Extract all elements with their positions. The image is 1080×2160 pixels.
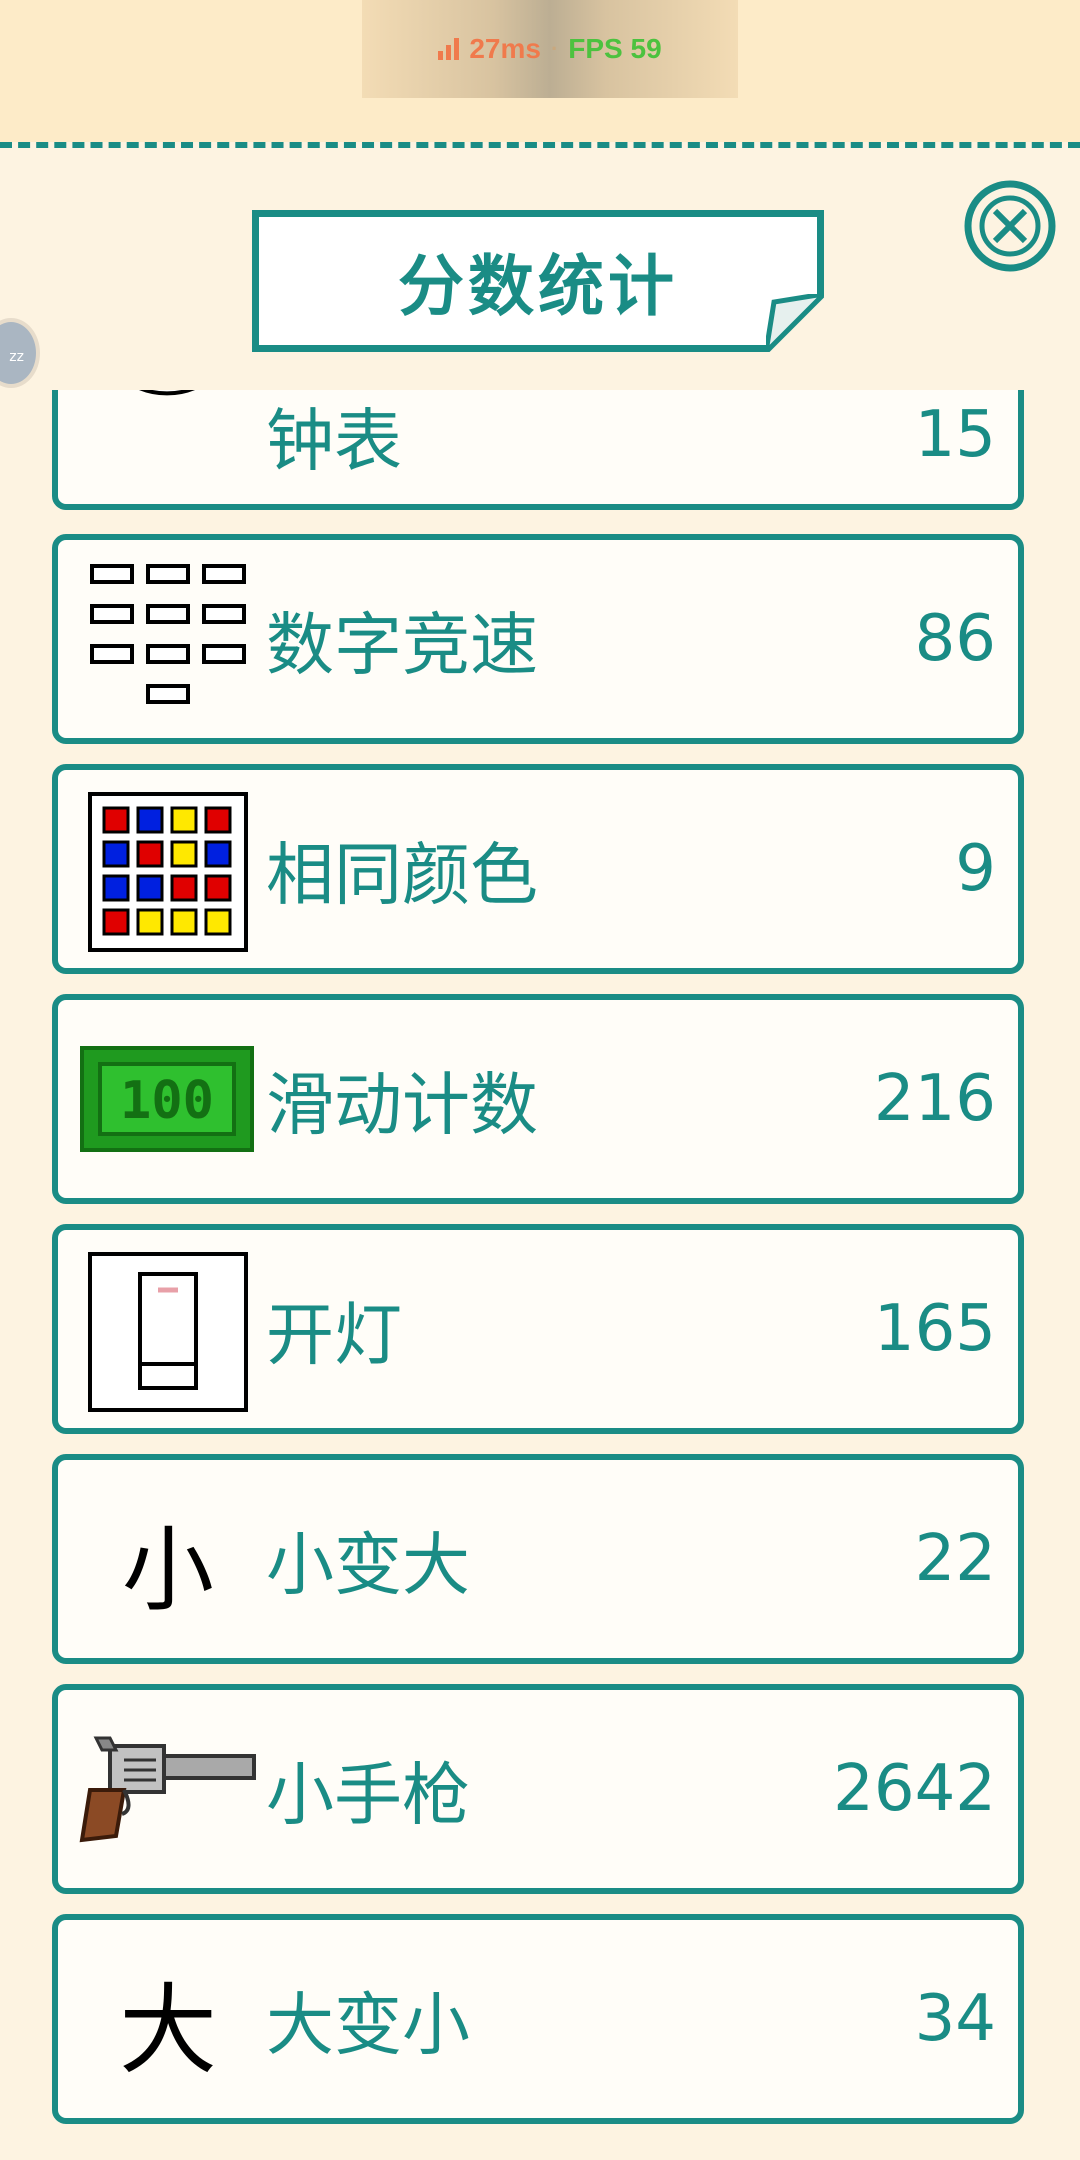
card-score: 165	[873, 1292, 996, 1366]
small-char-icon: 小	[121, 1516, 214, 1624]
card-label: 小变大	[266, 1526, 471, 1606]
separator: ·	[550, 36, 559, 61]
card-label: 数字竞速	[266, 606, 539, 686]
clock-icon	[139, 390, 195, 396]
ping-text: 27ms	[469, 33, 541, 64]
card-score: 22	[914, 1522, 996, 1596]
fps-text: FPS 59	[568, 33, 662, 64]
title-banner: 分数统计	[252, 210, 824, 352]
card-label: 小手枪	[266, 1756, 471, 1836]
svg-text:100: 100	[120, 1071, 214, 1131]
score-card-swipe-count[interactable]: 100 滑动计数 216	[52, 994, 1024, 1204]
card-score: 34	[914, 1982, 996, 2056]
score-card-small-to-big[interactable]: 小 小变大 22	[52, 1454, 1024, 1664]
performance-indicator: 27ms · FPS 59	[362, 0, 738, 98]
score-card-number-race[interactable]: 数字竞速 86	[52, 534, 1024, 744]
card-label: 大变小	[266, 1986, 471, 2066]
number-grid-icon	[90, 564, 246, 704]
page-title: 分数统计	[398, 248, 678, 325]
card-score: 15	[914, 398, 996, 473]
card-label: 滑动计数	[266, 1066, 539, 1146]
page-fold-icon	[766, 294, 824, 352]
status-bar: 27ms · FPS 59	[0, 0, 1080, 142]
score-card-clock[interactable]: 钟表 15	[52, 390, 1024, 510]
light-switch-icon	[88, 1252, 248, 1412]
score-card-small-gun[interactable]: 小手枪 2642	[52, 1684, 1024, 1894]
card-score: 216	[873, 1062, 996, 1136]
score-list[interactable]: 钟表 15 数字竞速 86 相同颜色 9 100 滑动计数 216 开灯 165…	[0, 390, 1080, 2160]
card-label: 相同颜色	[266, 836, 539, 916]
signal-icon	[438, 38, 460, 60]
score-card-same-color[interactable]: 相同颜色 9	[52, 764, 1024, 974]
score-card-turn-on-light[interactable]: 开灯 165	[52, 1224, 1024, 1434]
banknote-icon: 100	[80, 1046, 254, 1152]
card-label: 开灯	[266, 1296, 403, 1376]
card-score: 86	[914, 602, 996, 676]
score-card-big-to-small[interactable]: 大 大变小 34	[52, 1914, 1024, 2124]
color-grid-icon	[88, 792, 248, 952]
card-score: 2642	[833, 1752, 996, 1826]
close-icon[interactable]	[962, 178, 1058, 274]
revolver-icon	[79, 1736, 256, 1843]
big-char-icon: 大	[118, 1974, 217, 2088]
card-label: 钟表	[266, 402, 403, 482]
card-score: 9	[955, 832, 996, 906]
